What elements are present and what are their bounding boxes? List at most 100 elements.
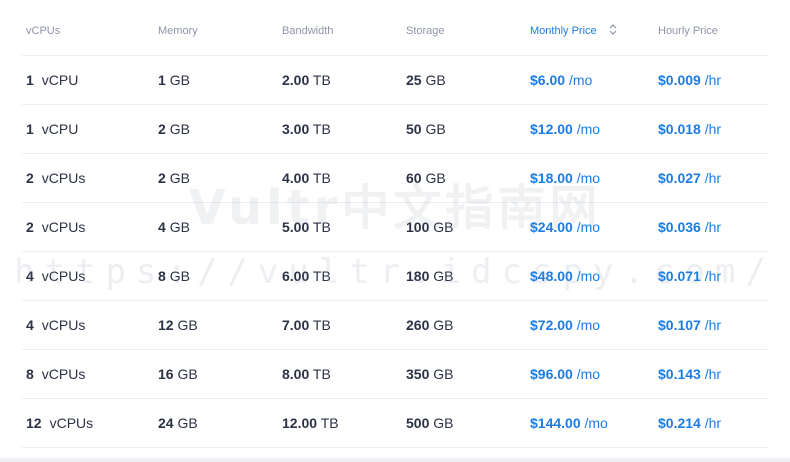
cell-storage: 60 GB [406, 170, 530, 186]
hourly-price-unit: /hr [704, 121, 722, 137]
cell-hourly-price: $0.214 /hr [654, 415, 768, 431]
cell-vcpus: 4 vCPUs [22, 268, 158, 284]
storage-unit: GB [433, 219, 454, 235]
bandwidth-unit: TB [312, 121, 331, 137]
vcpu-count: 12 [26, 415, 42, 431]
cell-bandwidth: 7.00 TB [282, 317, 406, 333]
cell-storage: 500 GB [406, 415, 530, 431]
cell-bandwidth: 12.00 TB [282, 415, 406, 431]
hourly-price-value: $0.009 [658, 72, 701, 88]
memory-value: 2 [158, 170, 166, 186]
table-row[interactable]: 1 vCPU 2 GB 3.00 TB 50 GB $12.00 /mo $0.0… [22, 105, 768, 154]
hourly-price-unit: /hr [704, 72, 722, 88]
header-storage[interactable]: Storage [406, 25, 530, 37]
cell-memory: 1 GB [158, 72, 282, 88]
cell-storage: 50 GB [406, 121, 530, 137]
hourly-price-value: $0.214 [658, 415, 701, 431]
cell-monthly-price: $24.00 /mo [530, 219, 654, 235]
storage-unit: GB [425, 170, 446, 186]
table-header-row: vCPUs Memory Bandwidth Storage Monthly P… [22, 6, 768, 56]
table-row[interactable]: 8 vCPUs 16 GB 8.00 TB 350 GB $96.00 /mo $… [22, 350, 768, 399]
header-hourly-price[interactable]: Hourly Price [654, 25, 768, 37]
monthly-price-unit: /mo [576, 170, 601, 186]
cell-vcpus: 1 vCPU [22, 121, 158, 137]
hourly-price-unit: /hr [704, 219, 722, 235]
table-row[interactable]: 2 vCPUs 2 GB 4.00 TB 60 GB $18.00 /mo $0.… [22, 154, 768, 203]
monthly-price-unit: /mo [568, 72, 593, 88]
header-vcpus[interactable]: vCPUs [22, 25, 158, 37]
vcpu-unit: vCPUs [41, 317, 86, 333]
memory-unit: GB [169, 170, 190, 186]
vcpu-unit: vCPU [41, 121, 79, 137]
cell-bandwidth: 2.00 TB [282, 72, 406, 88]
storage-unit: GB [425, 121, 446, 137]
bandwidth-value: 5.00 [282, 219, 310, 235]
bandwidth-unit: TB [320, 415, 339, 431]
hourly-price-value: $0.027 [658, 170, 701, 186]
storage-value: 50 [406, 121, 422, 137]
cell-vcpus: 2 vCPUs [22, 219, 158, 235]
monthly-price-unit: /mo [576, 121, 601, 137]
cell-monthly-price: $72.00 /mo [530, 317, 654, 333]
cell-bandwidth: 3.00 TB [282, 121, 406, 137]
hourly-price-value: $0.018 [658, 121, 701, 137]
cell-hourly-price: $0.009 /hr [654, 72, 768, 88]
table-row[interactable]: 4 vCPUs 8 GB 6.00 TB 180 GB $48.00 /mo $0… [22, 252, 768, 301]
table-row[interactable]: 2 vCPUs 4 GB 5.00 TB 100 GB $24.00 /mo $0… [22, 203, 768, 252]
cell-vcpus: 12 vCPUs [22, 415, 158, 431]
memory-value: 1 [158, 72, 166, 88]
monthly-price-unit: /mo [576, 219, 601, 235]
cell-hourly-price: $0.036 /hr [654, 219, 768, 235]
vcpu-unit: vCPU [41, 72, 79, 88]
bandwidth-value: 8.00 [282, 366, 310, 382]
storage-value: 60 [406, 170, 422, 186]
bandwidth-value: 2.00 [282, 72, 310, 88]
bandwidth-unit: TB [312, 268, 331, 284]
header-monthly-price-label: Monthly Price [530, 24, 597, 37]
monthly-price-unit: /mo [584, 415, 608, 431]
bandwidth-unit: TB [312, 219, 331, 235]
cell-memory: 4 GB [158, 219, 282, 235]
vcpu-count: 4 [26, 268, 34, 284]
monthly-price-value: $72.00 [530, 317, 573, 333]
cell-hourly-price: $0.107 /hr [654, 317, 768, 333]
hourly-price-unit: /hr [704, 268, 722, 284]
bottom-strip [0, 458, 790, 462]
cell-bandwidth: 8.00 TB [282, 366, 406, 382]
hourly-price-unit: /hr [704, 170, 722, 186]
vcpu-count: 2 [26, 219, 34, 235]
header-bandwidth[interactable]: Bandwidth [282, 25, 406, 37]
cell-memory: 2 GB [158, 170, 282, 186]
bandwidth-unit: TB [312, 317, 331, 333]
table-row[interactable]: 4 vCPUs 12 GB 7.00 TB 260 GB $72.00 /mo $… [22, 301, 768, 350]
hourly-price-value: $0.036 [658, 219, 701, 235]
memory-value: 8 [158, 268, 166, 284]
vcpu-unit: vCPUs [41, 268, 86, 284]
header-memory[interactable]: Memory [158, 25, 282, 37]
storage-unit: GB [425, 72, 446, 88]
header-monthly-price[interactable]: Monthly Price [530, 23, 654, 38]
table-row[interactable]: 1 vCPU 1 GB 2.00 TB 25 GB $6.00 /mo $0.00… [22, 56, 768, 105]
monthly-price-value: $48.00 [530, 268, 573, 284]
bandwidth-unit: TB [312, 72, 331, 88]
cell-monthly-price: $18.00 /mo [530, 170, 654, 186]
cell-memory: 16 GB [158, 366, 282, 382]
monthly-price-value: $96.00 [530, 366, 573, 382]
storage-unit: GB [433, 366, 454, 382]
bandwidth-value: 3.00 [282, 121, 310, 137]
vcpu-count: 4 [26, 317, 34, 333]
storage-value: 350 [406, 366, 430, 382]
table-row[interactable]: 12 vCPUs 24 GB 12.00 TB 500 GB $144.00 /m… [22, 399, 768, 448]
cell-monthly-price: $144.00 /mo [530, 415, 654, 431]
cell-monthly-price: $6.00 /mo [530, 72, 654, 88]
vcpu-unit: vCPUs [41, 219, 86, 235]
memory-value: 12 [158, 317, 174, 333]
memory-unit: GB [169, 72, 190, 88]
cell-storage: 350 GB [406, 366, 530, 382]
bandwidth-value: 4.00 [282, 170, 310, 186]
memory-value: 24 [158, 415, 174, 431]
sort-updown-icon[interactable] [609, 23, 617, 38]
bandwidth-value: 12.00 [282, 415, 318, 431]
monthly-price-value: $24.00 [530, 219, 573, 235]
cell-monthly-price: $12.00 /mo [530, 121, 654, 137]
